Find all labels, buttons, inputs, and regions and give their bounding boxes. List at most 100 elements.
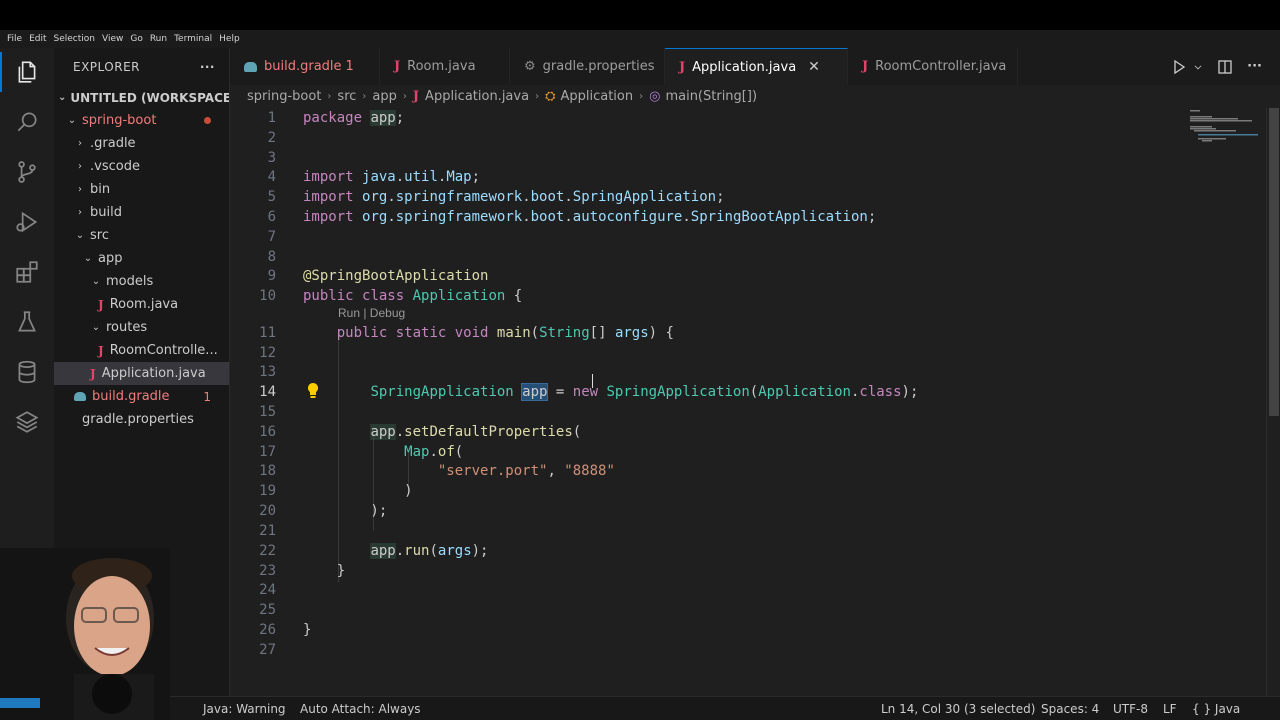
code-editor[interactable]: 1 package app; 2 3 4 import java.util.Map; 5 im… <box>230 108 1280 696</box>
tab-build-gradle[interactable]: build.gradle 1 <box>230 48 380 85</box>
menu-view[interactable]: View <box>99 34 126 44</box>
breadcrumb-item[interactable]: app <box>372 89 396 104</box>
tab-room-java[interactable]: J Room.java <box>380 48 510 85</box>
explorer-icon[interactable] <box>0 48 54 96</box>
code-line[interactable]: 12 <box>230 343 1190 363</box>
menu-run[interactable]: Run <box>147 34 170 44</box>
menu-help[interactable]: Help <box>216 34 243 44</box>
tree-folder[interactable]: ⌄ routes <box>54 316 229 339</box>
status-bar: Java: Warning Auto Attach: Always Ln 14,… <box>0 696 1280 720</box>
code-line[interactable]: 22 app.run(args); <box>230 541 1190 561</box>
code-line[interactable]: 18 "server.port", "8888" <box>230 461 1190 481</box>
code-line[interactable]: 13 <box>230 362 1190 382</box>
tree-item-label: Room.java <box>109 297 179 312</box>
code-line[interactable]: 14 SpringApplication app = new SpringApp… <box>230 382 1190 402</box>
menu-edit[interactable]: Edit <box>26 34 49 44</box>
tree-folder[interactable]: ⌄ spring-boot <box>54 109 229 132</box>
scrollbar-thumb[interactable] <box>1269 108 1279 416</box>
layers-icon[interactable] <box>0 398 54 446</box>
code-line[interactable]: 2 <box>230 128 1190 148</box>
search-icon[interactable] <box>0 98 54 146</box>
code-line[interactable]: 23 } <box>230 561 1190 581</box>
code-line[interactable]: 15 <box>230 402 1190 422</box>
code-line[interactable]: 1 package app; <box>230 108 1190 128</box>
run-dropdown-chevron-icon[interactable] <box>1193 59 1203 75</box>
tree-folder[interactable]: › bin <box>54 178 229 201</box>
tree-folder[interactable]: › build <box>54 201 229 224</box>
code-text: ); <box>303 503 388 519</box>
java-file-icon: J <box>412 89 420 104</box>
minimap[interactable] <box>1188 108 1266 168</box>
breadcrumb-item[interactable]: src <box>337 89 356 104</box>
status-cursor-position[interactable]: Ln 14, Col 30 (3 selected) <box>881 702 1035 716</box>
tree-folder[interactable]: › .vscode <box>54 155 229 178</box>
menu-selection[interactable]: Selection <box>51 34 98 44</box>
code-line[interactable]: 16 app.setDefaultProperties( <box>230 422 1190 442</box>
vertical-scrollbar[interactable] <box>1266 108 1280 696</box>
tree-file[interactable]: J RoomControlle... <box>54 339 229 362</box>
video-top-letterbox <box>0 0 1280 30</box>
tree-folder[interactable]: ⌄ app <box>54 247 229 270</box>
code-line[interactable]: 27 <box>230 640 1190 660</box>
tree-file[interactable]: J Room.java <box>54 293 229 316</box>
code-line[interactable]: 26} <box>230 620 1190 640</box>
code-line[interactable]: 20 ); <box>230 501 1190 521</box>
code-line[interactable]: 4 import java.util.Map; <box>230 167 1190 187</box>
workspace-header[interactable]: ⌄ UNTITLED (WORKSPACE) <box>54 86 229 109</box>
breadcrumb-separator-icon: › <box>639 91 644 102</box>
split-editor-icon[interactable] <box>1217 59 1233 75</box>
code-line[interactable]: 25 <box>230 600 1190 620</box>
code-line[interactable]: 7 <box>230 227 1190 247</box>
tree-file[interactable]: J Application.java <box>54 362 229 385</box>
menu-terminal[interactable]: Terminal <box>171 34 215 44</box>
testing-icon[interactable] <box>0 298 54 346</box>
code-line[interactable]: 21 <box>230 521 1190 541</box>
code-text: } <box>303 622 312 638</box>
line-number: 13 <box>259 364 276 380</box>
status-java-warning[interactable]: Java: Warning <box>203 702 286 716</box>
database-icon[interactable] <box>0 348 54 396</box>
breadcrumb-item[interactable]: main(String[]) <box>665 89 757 104</box>
gradle-elephant-icon <box>74 392 86 401</box>
tree-folder[interactable]: › .gradle <box>54 132 229 155</box>
code-line[interactable]: 11 public static void main(String[] args… <box>230 323 1190 343</box>
more-actions-icon[interactable]: ··· <box>200 60 215 74</box>
tree-folder[interactable]: ⌄ src <box>54 224 229 247</box>
code-line[interactable]: 24 <box>230 580 1190 600</box>
status-language-mode[interactable]: { } Java <box>1192 702 1240 716</box>
source-control-icon[interactable] <box>0 148 54 196</box>
code-line[interactable]: 17 Map.of( <box>230 442 1190 462</box>
lightbulb-icon[interactable] <box>306 382 320 400</box>
tab-gradle-properties[interactable]: ⚙ gradle.properties <box>510 48 665 85</box>
extensions-icon[interactable] <box>0 248 54 296</box>
breadcrumb-item[interactable]: Application <box>560 89 633 104</box>
code-text: @SpringBootApplication <box>303 268 489 284</box>
code-line[interactable]: 5 import org.springframework.boot.SpringA… <box>230 187 1190 207</box>
tree-file[interactable]: build.gradle 1 <box>54 385 229 408</box>
status-auto-attach[interactable]: Auto Attach: Always <box>300 702 421 716</box>
close-icon[interactable]: ✕ <box>808 59 820 75</box>
status-eol[interactable]: LF <box>1163 702 1177 716</box>
tab-application-java[interactable]: J Application.java ✕ <box>665 48 848 85</box>
code-line[interactable]: 6 import org.springframework.boot.autocon… <box>230 207 1190 227</box>
menu-file[interactable]: File <box>4 34 25 44</box>
codelens-run-debug[interactable]: Run | Debug <box>338 306 405 320</box>
chevron-down-icon: ⌄ <box>83 253 93 264</box>
code-line[interactable]: 19 ) <box>230 481 1190 501</box>
tab-roomcontroller-java[interactable]: J RoomController.java <box>848 48 1018 85</box>
code-line[interactable]: 10 public class Application { <box>230 286 1190 306</box>
menu-go[interactable]: Go <box>127 34 145 44</box>
tree-folder[interactable]: ⌄ models <box>54 270 229 293</box>
code-line[interactable]: 3 <box>230 148 1190 168</box>
editor-more-actions-icon[interactable]: ··· <box>1247 59 1262 74</box>
status-encoding[interactable]: UTF-8 <box>1113 702 1148 716</box>
breadcrumb-item[interactable]: spring-boot <box>247 89 321 104</box>
status-indentation[interactable]: Spaces: 4 <box>1041 702 1099 716</box>
line-number: 11 <box>259 325 276 341</box>
code-line[interactable]: 8 <box>230 247 1190 267</box>
breadcrumb-item[interactable]: Application.java <box>425 89 529 104</box>
tree-file[interactable]: gradle.properties <box>54 408 229 431</box>
run-debug-icon[interactable] <box>0 198 54 246</box>
run-file-icon[interactable] <box>1171 59 1187 75</box>
code-line[interactable]: 9 @SpringBootApplication <box>230 266 1190 286</box>
